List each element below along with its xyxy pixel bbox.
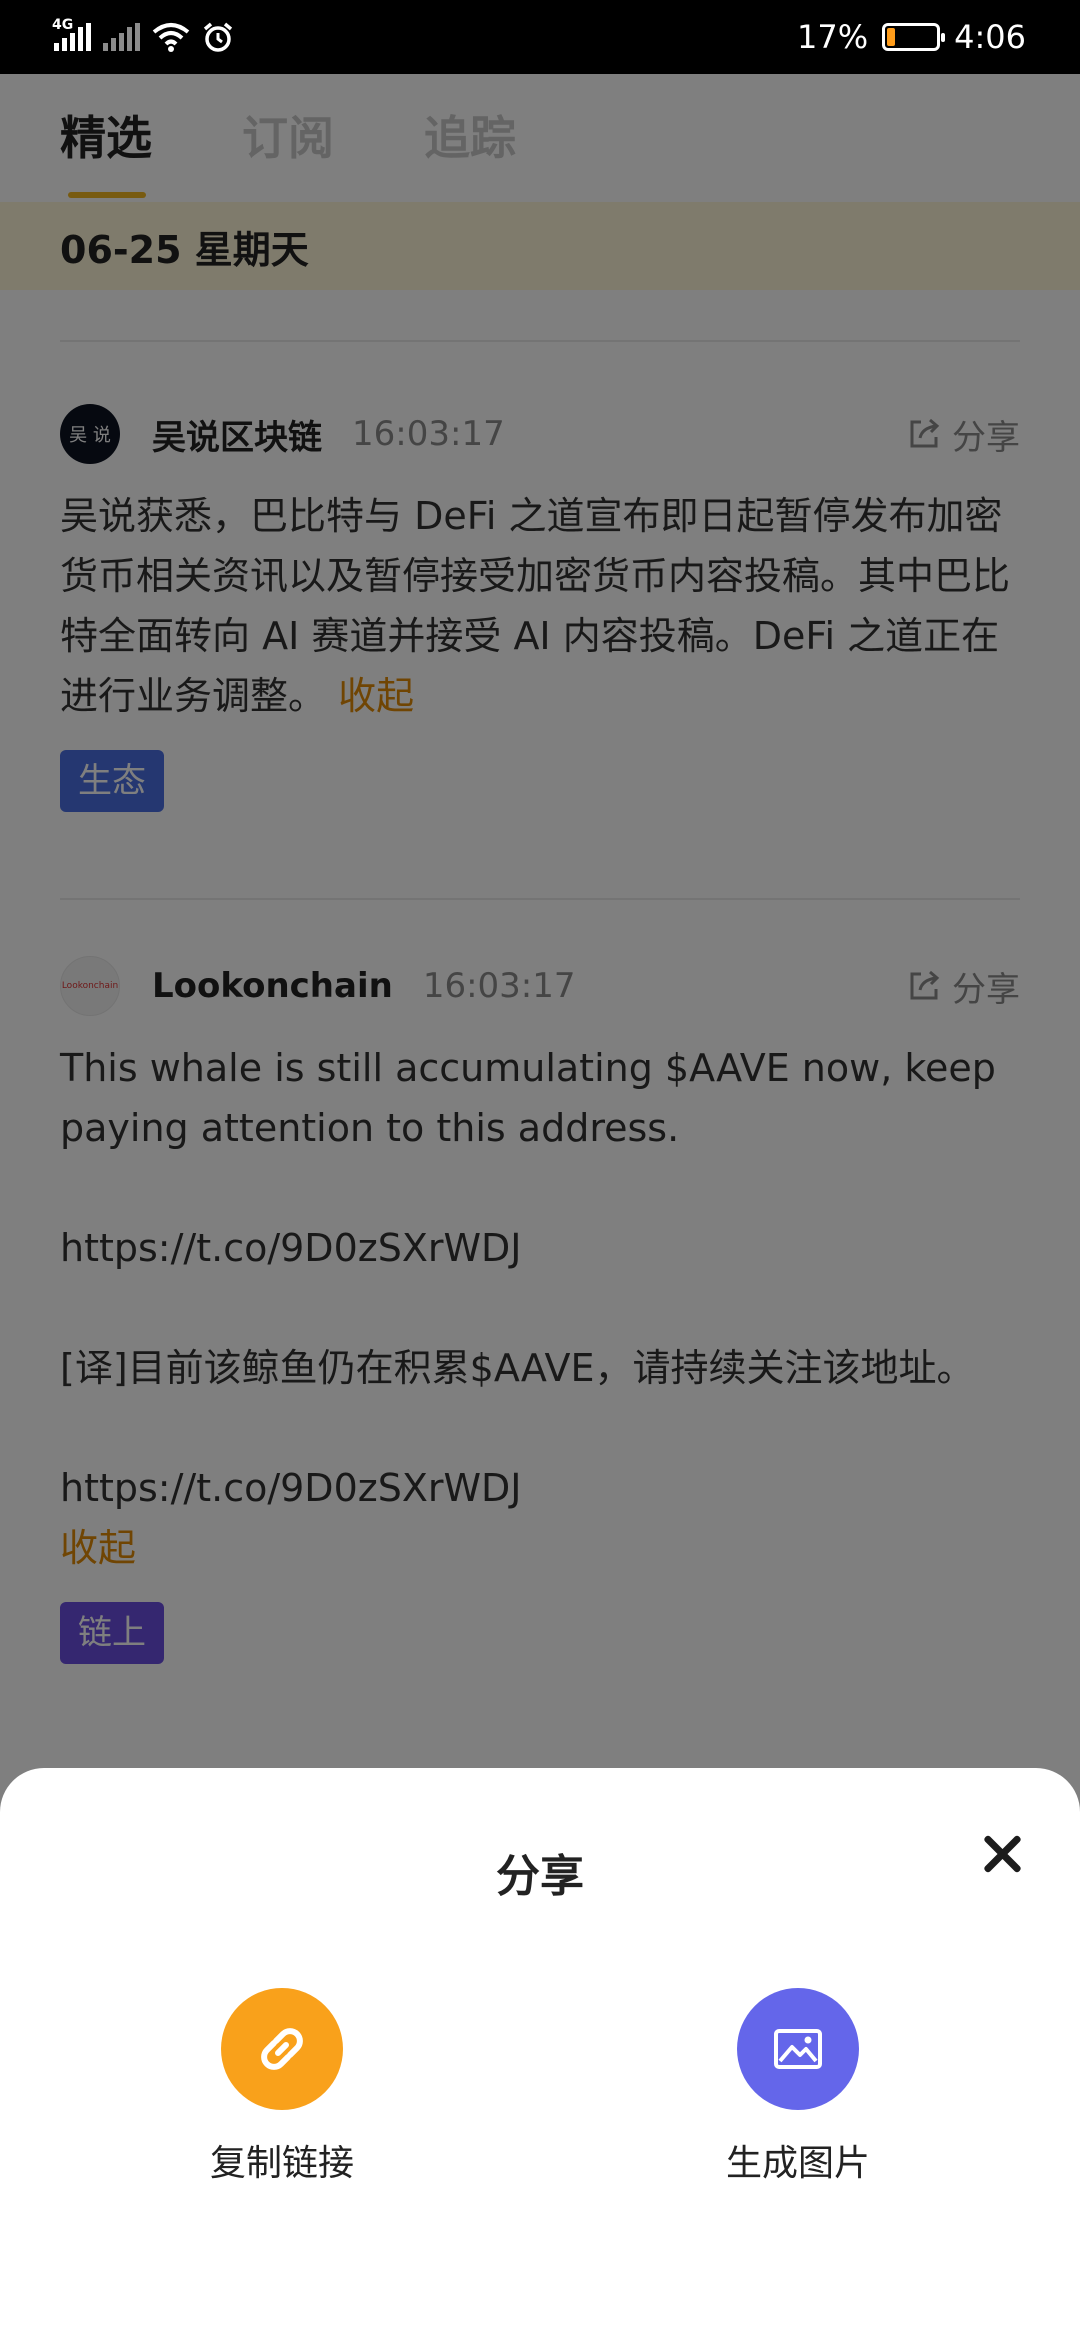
share-sheet: 分享 复制链接 生成图片 [0,1768,1080,2340]
sheet-title: 分享 [496,1851,584,1902]
clock: 4:06 [954,18,1026,56]
wifi-icon [152,23,190,52]
copy-link-button[interactable]: 复制链接 [182,1988,382,2186]
link-icon [261,2028,303,2070]
alarm-icon [203,22,233,52]
generate-image-label: 生成图片 [725,2143,870,2184]
cell-signal-2-icon [103,23,140,51]
status-bar: 4G 17% 4:06 [0,0,1080,74]
status-icons-left: 4G [52,17,234,53]
status-icons-right: 17% 4:06 [797,18,1026,56]
battery-icon [882,23,946,51]
battery-percent: 17% [797,18,869,56]
copy-link-label: 复制链接 [209,2143,354,2184]
image-icon [774,2029,822,2069]
generate-image-icon-circle [737,1988,859,2110]
copy-link-icon-circle [221,1988,343,2110]
close-icon[interactable] [980,1832,1024,1876]
generate-image-button[interactable]: 生成图片 [698,1988,898,2186]
cell-signal-icon: 4G [52,17,91,51]
